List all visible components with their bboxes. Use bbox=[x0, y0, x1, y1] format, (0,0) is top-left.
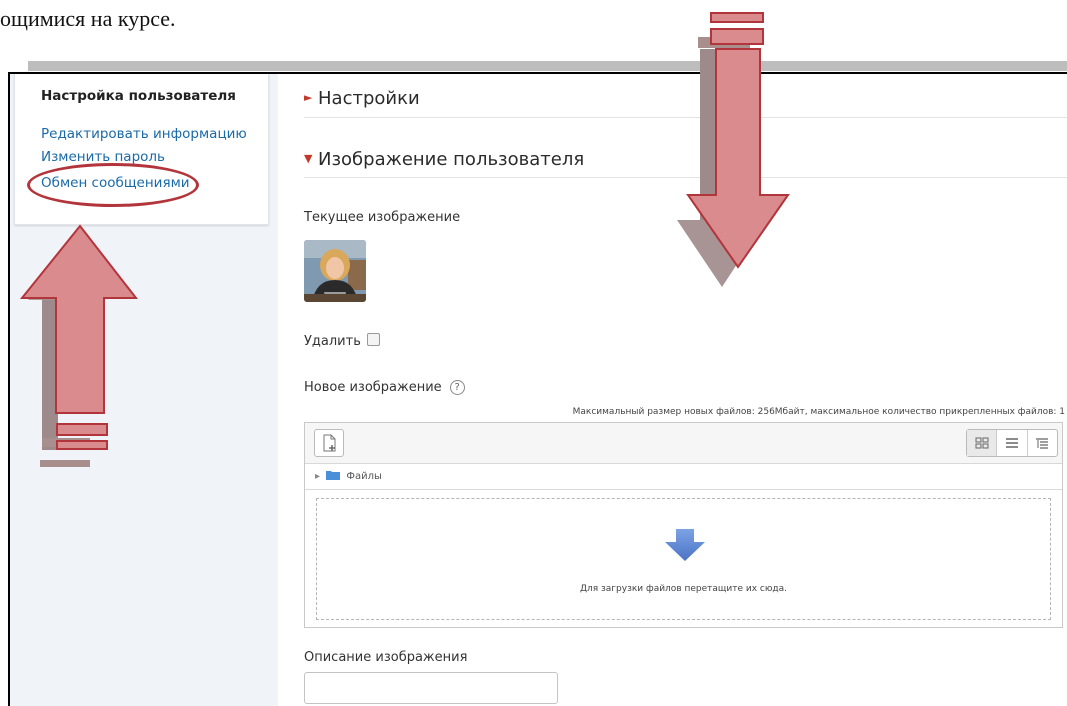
divider bbox=[305, 489, 1062, 490]
max-files-info: Максимальный размер новых файлов: 256Мба… bbox=[572, 407, 1065, 417]
icons-view-icon bbox=[975, 437, 989, 449]
delete-row: Удалить bbox=[304, 333, 380, 349]
block-title: Настройка пользователя bbox=[41, 88, 236, 104]
file-picker: ▸ Файлы Для загрузки файлов перетащите и… bbox=[304, 422, 1063, 628]
section-user-image-title: Изображение пользователя bbox=[318, 149, 585, 170]
screenshot-frame: Настройка пользователя Редактировать инф… bbox=[8, 72, 1067, 706]
delete-checkbox[interactable] bbox=[366, 333, 380, 346]
divider bbox=[304, 177, 1067, 178]
add-file-button[interactable] bbox=[314, 429, 344, 457]
section-user-image-header[interactable]: ▼ Изображение пользователя bbox=[304, 149, 584, 170]
new-image-label: Новое изображение bbox=[304, 380, 442, 395]
expanded-caret-icon: ▼ bbox=[304, 152, 313, 165]
highlight-oval bbox=[27, 163, 199, 207]
add-file-icon bbox=[323, 434, 336, 452]
main-content: ► Настройки ▼ Изображение пользователя Тек… bbox=[304, 74, 1067, 706]
view-mode-buttons bbox=[966, 429, 1058, 457]
image-description-label: Описание изображения bbox=[304, 650, 468, 665]
section-settings-title: Настройки bbox=[318, 88, 420, 109]
divider bbox=[304, 117, 1067, 118]
tree-view-icon bbox=[1036, 438, 1049, 449]
drop-hint: Для загрузки файлов перетащите их сюда. bbox=[579, 584, 788, 594]
user-settings-block: Настройка пользователя Редактировать инф… bbox=[14, 74, 269, 225]
icons-view-button[interactable] bbox=[967, 430, 998, 456]
folder-icon bbox=[326, 471, 341, 480]
image-description-input[interactable] bbox=[304, 672, 558, 704]
section-settings-header[interactable]: ► Настройки bbox=[304, 88, 420, 109]
avatar bbox=[304, 240, 366, 302]
help-icon[interactable]: ? bbox=[449, 380, 465, 395]
list-view-icon bbox=[1005, 438, 1018, 448]
file-picker-path[interactable]: ▸ Файлы bbox=[315, 470, 382, 482]
folder-label: Файлы bbox=[346, 471, 382, 482]
edit-profile-link[interactable]: Редактировать информацию bbox=[41, 126, 247, 142]
left-sidebar: Настройка пользователя Редактировать инф… bbox=[10, 74, 278, 706]
window-top-border bbox=[28, 61, 1067, 71]
document-text: ощимися на курсе. bbox=[0, 6, 176, 31]
tree-view-button[interactable] bbox=[1028, 430, 1057, 456]
download-arrow-icon bbox=[665, 529, 705, 561]
collapsed-caret-icon: ► bbox=[304, 91, 313, 104]
expand-arrow-icon: ▸ bbox=[315, 471, 321, 482]
list-view-button[interactable] bbox=[997, 430, 1028, 456]
new-image-row: Новое изображение? bbox=[304, 380, 465, 395]
current-image-label: Текущее изображение bbox=[304, 210, 461, 225]
file-picker-toolbar bbox=[305, 423, 1062, 464]
delete-label: Удалить bbox=[304, 334, 361, 349]
drop-zone[interactable]: Для загрузки файлов перетащите их сюда. bbox=[316, 498, 1051, 620]
